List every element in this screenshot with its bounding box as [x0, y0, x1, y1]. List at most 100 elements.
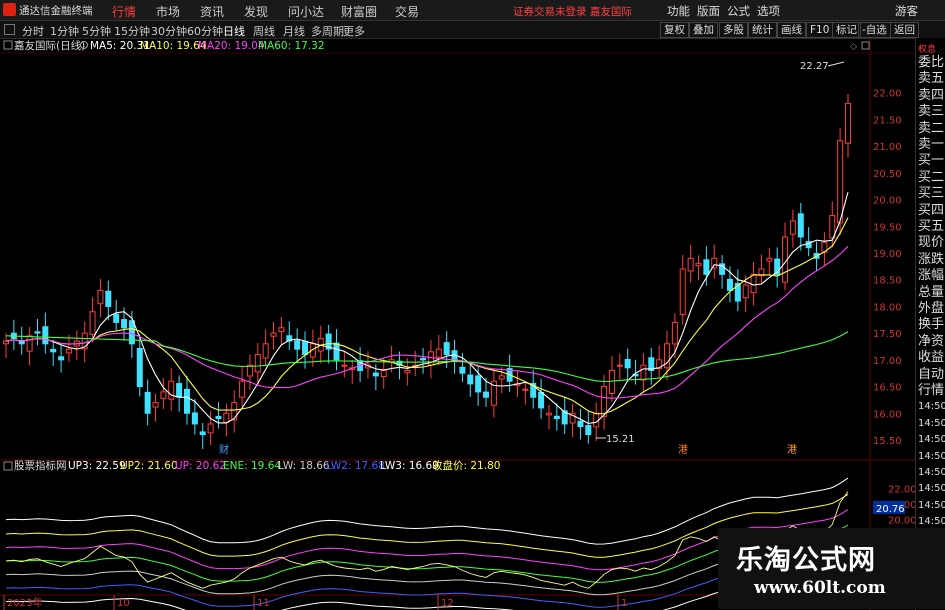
- right-menu-3[interactable]: 选项: [757, 3, 780, 19]
- candle-body-78: [616, 364, 623, 367]
- panel-item-10[interactable]: 买五: [918, 219, 944, 235]
- candle-body-28: [223, 412, 230, 423]
- indicator-label-5: LW2: 17.68: [326, 460, 385, 472]
- panel-item-20[interactable]: 行情: [918, 383, 944, 399]
- panel-item-9[interactable]: 买四: [918, 203, 944, 219]
- toolbar-btn-2[interactable]: 多股: [719, 22, 748, 38]
- panel-item-12[interactable]: 涨跌: [918, 252, 944, 268]
- indicator-label-0: UP3: 22.59: [68, 460, 126, 472]
- ind-tick-0: 22.00: [888, 484, 915, 495]
- kline-chart[interactable]: 嘉友国际(日线) MA5: 20.31MA10: 19.64MA20: 19.04…: [0, 38, 915, 610]
- panel-item-21[interactable]: 14:50: [918, 399, 945, 415]
- candle-body-35: [278, 327, 285, 333]
- menu-0[interactable]: 行情: [112, 3, 136, 20]
- panel-item-5[interactable]: 卖一: [918, 137, 944, 153]
- toolbar-btn-0[interactable]: 复权: [660, 22, 689, 38]
- panel-item-3[interactable]: 卖三: [918, 104, 944, 120]
- panel-item-1[interactable]: 卖五: [918, 71, 944, 87]
- event-mark-2: 港: [678, 444, 688, 456]
- period-1[interactable]: 1分钟: [50, 23, 79, 39]
- candle-body-69: [545, 412, 552, 416]
- toolbar-btn-5[interactable]: F10: [806, 22, 834, 38]
- ind-collapse-icon[interactable]: [3, 461, 13, 471]
- candle-body-88: [695, 263, 702, 267]
- toolbar-btn-8[interactable]: 返回: [890, 22, 919, 38]
- panel-item-23[interactable]: 14:50: [918, 432, 945, 448]
- panel-item-19[interactable]: 自动: [918, 367, 944, 383]
- indicator-label-4: LW: 18.66: [278, 460, 330, 472]
- login-notice[interactable]: 证券交易未登录 嘉友国际: [513, 4, 632, 19]
- price-tick-9: 17.50: [873, 329, 902, 340]
- period-8[interactable]: 月线: [283, 23, 305, 39]
- watermark-title: 乐淘公式网: [736, 545, 876, 576]
- panel-item-14[interactable]: 总量: [918, 285, 944, 301]
- ma-label-2: MA20: 19.04: [198, 40, 265, 52]
- menu-1[interactable]: 市场: [156, 3, 180, 20]
- panel-item-22[interactable]: 14:50: [918, 416, 945, 432]
- panel-item-2[interactable]: 卖四: [918, 88, 944, 104]
- candle-body-15: [121, 319, 128, 329]
- panel-item-13[interactable]: 涨幅: [918, 268, 944, 284]
- panel-item-15[interactable]: 外盘: [918, 301, 944, 317]
- candle-body-3: [26, 335, 33, 352]
- toolbar-btn-4[interactable]: 画线: [777, 22, 806, 38]
- panel-item-27[interactable]: 14:50: [918, 498, 945, 514]
- period-10[interactable]: 更多: [343, 23, 365, 39]
- panel-item-8[interactable]: 买三: [918, 186, 944, 202]
- candle-body-60: [475, 375, 482, 393]
- menu-5[interactable]: 财富圈: [341, 3, 377, 20]
- menu-6[interactable]: 交易: [395, 3, 419, 20]
- price-tick-7: 18.50: [873, 276, 902, 287]
- indicator-label-7: 收盘价: 21.80: [432, 459, 500, 472]
- right-menu-1[interactable]: 版面: [697, 3, 720, 19]
- candle-body-90: [711, 257, 718, 269]
- toolbar-toggle-icon[interactable]: [4, 24, 15, 35]
- candle-body-95: [750, 273, 757, 294]
- candle-body-12: [97, 289, 104, 305]
- panel-item-16[interactable]: 换手: [918, 317, 944, 333]
- panel-item-0[interactable]: 委比: [918, 55, 944, 71]
- period-2[interactable]: 5分钟: [82, 23, 111, 39]
- candle-body-74: [585, 425, 592, 436]
- panel-item-18[interactable]: 收益: [918, 350, 944, 366]
- candle-body-42: [333, 342, 340, 361]
- menu-bar: 通达信金融终端 证券交易未登录 嘉友国际 游客 行情 市场 资讯 发现 问小达 财富圈 交易…: [0, 0, 945, 21]
- panel-item-17[interactable]: 净资: [918, 334, 944, 350]
- period-4[interactable]: 30分钟: [151, 23, 187, 39]
- candle-body-81: [640, 364, 647, 381]
- guest-button[interactable]: 游客: [895, 3, 918, 19]
- candle-body-107: [845, 102, 851, 144]
- panel-item-24[interactable]: 14:50: [918, 449, 945, 465]
- candle-body-30: [239, 380, 246, 398]
- candle-body-76: [601, 386, 608, 417]
- menu-2[interactable]: 资讯: [200, 3, 224, 20]
- panel-item-7[interactable]: 买二: [918, 170, 944, 186]
- period-5[interactable]: 60分钟: [187, 23, 223, 39]
- candle-body-63: [498, 375, 505, 380]
- maximize-icon[interactable]: [861, 41, 870, 50]
- candle-body-73: [577, 420, 584, 428]
- candle-body-4: [34, 331, 41, 334]
- period-3[interactable]: 15分钟: [114, 23, 150, 39]
- toolbar-btn-3[interactable]: 统计: [748, 22, 777, 38]
- candle-body-27: [215, 415, 222, 420]
- menu-4[interactable]: 问小达: [288, 3, 324, 20]
- period-7[interactable]: 周线: [253, 23, 275, 39]
- panel-item-4[interactable]: 卖二: [918, 121, 944, 137]
- toolbar-btn-1[interactable]: 叠加: [689, 22, 718, 38]
- collapse-icon[interactable]: [3, 40, 13, 50]
- toolbar-btn-7[interactable]: -自选: [858, 22, 891, 38]
- period-0[interactable]: 分时: [22, 23, 44, 39]
- right-menu-2[interactable]: 公式: [727, 3, 750, 19]
- menu-3[interactable]: 发现: [244, 3, 268, 20]
- panel-item-25[interactable]: 14:50: [918, 465, 945, 481]
- panel-item-11[interactable]: 现价: [918, 235, 944, 251]
- period-9[interactable]: 多周期: [311, 23, 344, 39]
- panel-item-26[interactable]: 14:50: [918, 481, 945, 497]
- toolbar-btn-6[interactable]: 标记: [832, 22, 861, 38]
- candle-body-33: [262, 343, 269, 359]
- period-6[interactable]: 日线: [223, 23, 245, 39]
- panel-item-6[interactable]: 买一: [918, 153, 944, 169]
- right-menu-0[interactable]: 功能: [667, 3, 690, 19]
- candle-body-56: [443, 342, 450, 355]
